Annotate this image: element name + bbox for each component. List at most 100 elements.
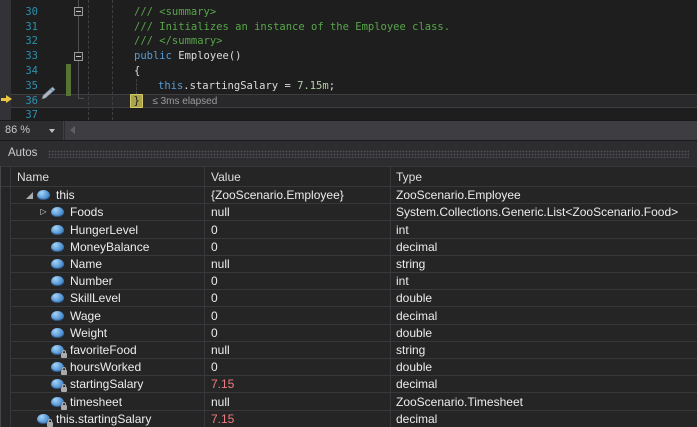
private-field-icon [51,379,64,389]
variable-row[interactable]: SkillLevel0double [10,290,697,307]
fold-toggle-icon[interactable] [74,7,83,16]
variable-value[interactable]: null [211,204,230,220]
variable-type: int [396,273,409,289]
change-tracking-bar [66,64,71,96]
private-field-icon [37,414,50,424]
variable-value[interactable]: 0 [211,290,218,306]
column-divider-type[interactable] [390,166,391,427]
variable-row[interactable]: Number 0 int [10,273,697,290]
column-header-name[interactable]: Name [17,167,49,187]
variable-value[interactable]: 0 [211,239,218,255]
variable-row[interactable]: Wage0decimal [10,307,697,324]
variable-row[interactable]: MoneyBalance0decimal [10,239,697,256]
code-line: }≤ 3ms elapsed [134,94,217,109]
code-token: Employee() [172,50,242,62]
code-editor[interactable]: 2930/// <summary>31/// Initializes an in… [0,0,697,120]
editor-bottom-bar: 86 % [0,120,697,140]
code-line: { [134,64,140,79]
code-token: this [158,80,183,92]
visual-studio-debug-view: 2930/// <summary>31/// Initializes an in… [0,0,697,427]
field-icon [51,276,64,286]
horizontal-scrollbar[interactable] [65,121,697,141]
variable-name: Number [70,274,113,288]
line-number: 33 [11,49,40,64]
variable-row[interactable]: this.startingSalary7.15decimal [10,411,697,427]
line-number: 34 [11,64,40,79]
expander-placeholder [37,242,50,252]
variable-type: ZooScenario.Employee [396,187,521,203]
expander-open-icon[interactable] [23,190,36,200]
field-icon [51,328,64,338]
variable-type: System.Collections.Generic.List<ZooScena… [396,204,678,220]
code-line: this.startingSalary = 7.15m; [158,79,335,94]
code-line: /// <summary> [134,5,216,20]
code-token: /// Initializes an instance of the Emplo… [134,21,450,33]
code-token: { [134,65,140,77]
variable-type: string [396,256,425,272]
line-number: 37 [11,108,40,120]
variable-name-cell: HungerLevel [37,221,138,237]
variable-name-cell: timesheet [37,393,122,409]
expander-placeholder [37,259,50,269]
variable-name-cell: Weight [37,325,107,341]
grid-edge-line [0,166,1,427]
column-header-type[interactable]: Type [396,167,422,187]
variable-value[interactable]: 7.15 [211,411,234,427]
variable-value[interactable]: null [211,342,230,358]
variable-name: timesheet [70,395,122,409]
variable-value[interactable]: 7.15 [211,376,234,392]
perf-tip[interactable]: ≤ 3ms elapsed [152,96,217,107]
variable-value[interactable]: 0 [211,325,218,341]
expander-placeholder [23,414,36,424]
field-icon [37,190,50,200]
variable-value[interactable]: 0 [211,221,218,237]
private-field-icon [51,345,64,355]
variable-row[interactable]: startingSalary7.15decimal [10,376,697,393]
zoom-level-text: 86 % [5,124,30,136]
variable-name: Weight [70,326,107,340]
code-token: } [130,94,143,108]
variable-row[interactable]: Weight0double [10,325,697,342]
scroll-left-icon[interactable] [70,126,75,134]
field-icon [51,259,64,269]
variable-row[interactable]: timesheetnullZooScenario.Timesheet [10,393,697,410]
autos-title-bar[interactable]: Autos [0,141,697,166]
field-icon [51,242,64,252]
column-divider-value[interactable] [204,166,205,427]
variable-row[interactable]: this {ZooScenario.Employee} ZooScenario.Em… [10,187,697,204]
variable-name: this.startingSalary [56,412,151,426]
field-icon [51,311,64,321]
variable-name: this [56,188,75,202]
variable-name-cell: MoneyBalance [37,239,149,255]
variable-row[interactable]: HungerLevel 0 int [10,221,697,238]
outlining-region-end [78,98,84,99]
line-number: 31 [11,20,40,35]
code-line: public Employee() [134,49,241,64]
editor-zoom-dropdown[interactable]: 86 % [0,121,64,141]
variable-type: string [396,342,425,358]
variable-name-cell: Name [37,256,102,272]
variable-row[interactable]: Name null string [10,256,697,273]
line-number: 30 [11,5,40,20]
code-line: /// </summary> [134,34,223,49]
variable-value[interactable]: 0 [211,273,218,289]
variable-value[interactable]: 0 [211,359,218,375]
current-line-highlight [11,94,697,109]
variable-row[interactable]: favoriteFoodnullstring [10,342,697,359]
column-header-value[interactable]: Value [211,167,241,187]
variable-value[interactable]: null [211,256,230,272]
variable-name: SkillLevel [70,291,121,305]
field-icon [51,225,64,235]
variable-value[interactable]: null [211,393,230,409]
variable-row[interactable]: hoursWorked0double [10,359,697,376]
expander-placeholder [37,276,50,286]
fold-toggle-icon[interactable] [74,52,83,61]
line-number: 32 [11,34,40,49]
variable-row[interactable]: ▷FoodsnullSystem.Collections.Generic.Lis… [10,204,697,221]
drag-handle-dots [48,150,689,158]
lock-icon [61,387,67,392]
expander-closed-icon[interactable]: ▷ [37,207,50,217]
variable-type: int [396,221,409,237]
variable-value[interactable]: 0 [211,307,218,323]
variable-value[interactable]: {ZooScenario.Employee} [211,187,344,203]
